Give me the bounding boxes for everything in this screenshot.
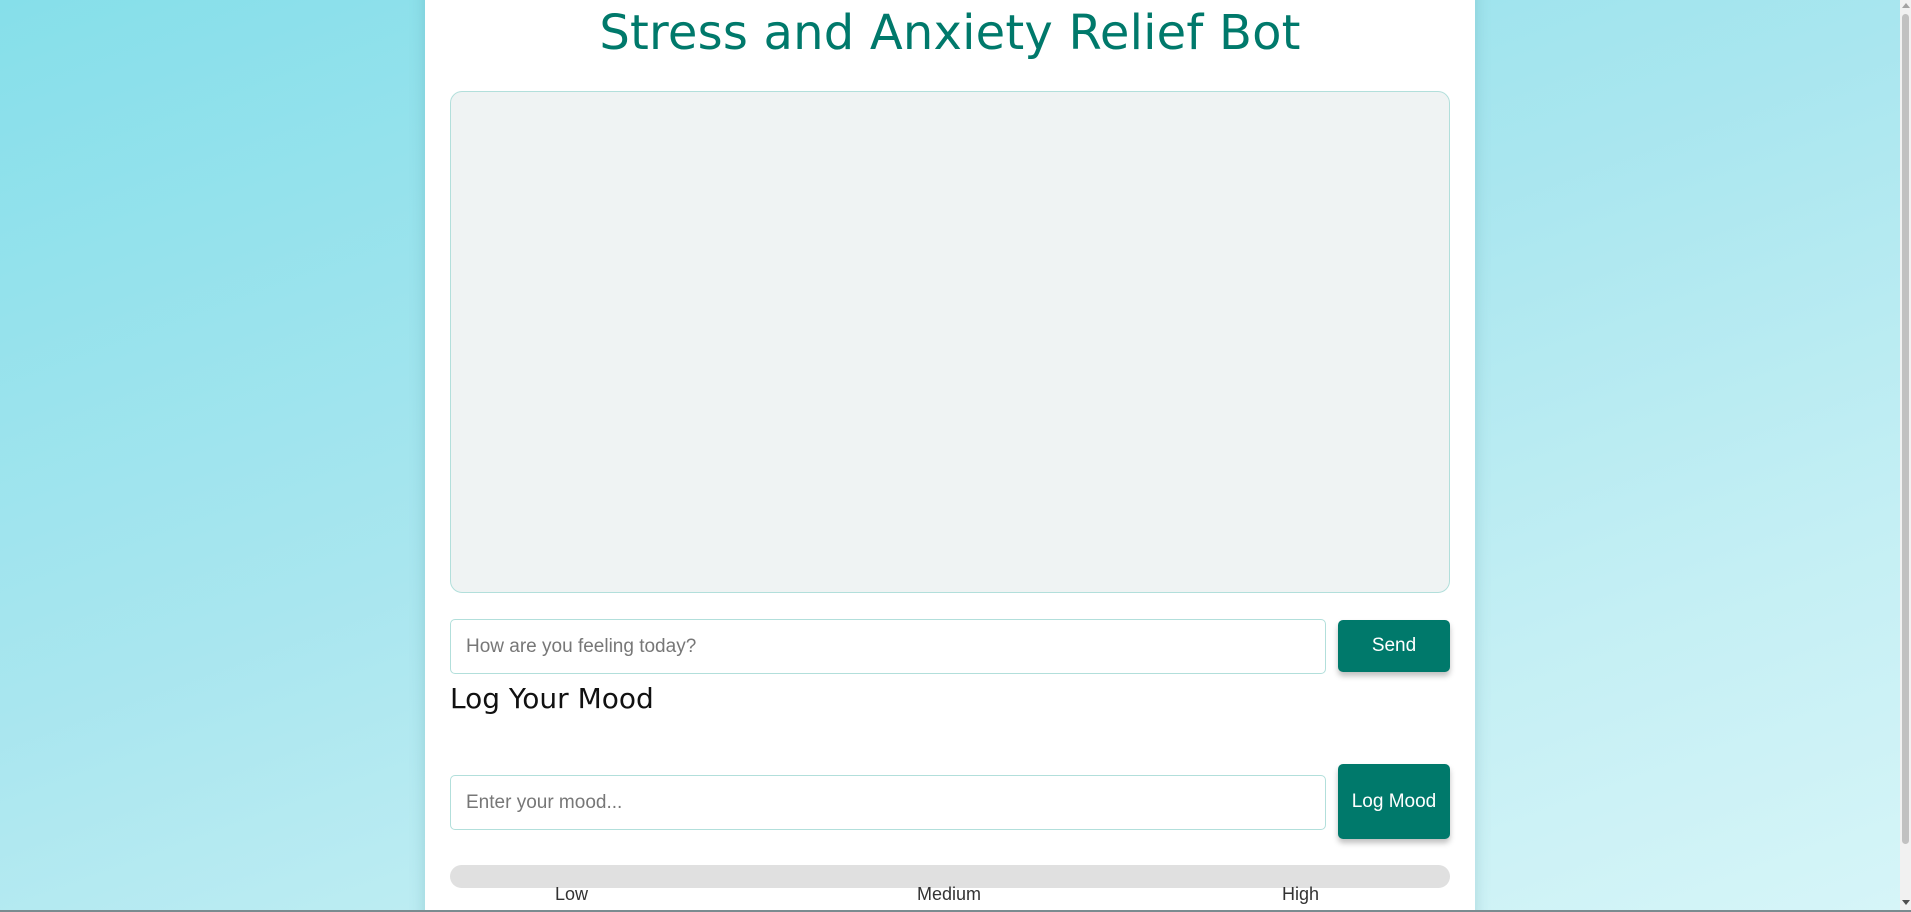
mood-label-medium: Medium (917, 884, 982, 904)
scrollbar-thumb[interactable] (1902, 14, 1909, 844)
page-scrollbar[interactable] (1900, 0, 1911, 910)
page-viewport: Stress and Anxiety Relief Bot Send Log Y… (0, 0, 1900, 910)
chat-history[interactable] (450, 91, 1450, 593)
bot-container: Stress and Anxiety Relief Bot Send Log Y… (425, 0, 1475, 910)
scroll-up-arrow-icon[interactable] (1902, 3, 1910, 8)
scroll-down-arrow-icon[interactable] (1902, 900, 1910, 905)
mood-heading: Log Your Mood (450, 682, 654, 715)
page-title: Stress and Anxiety Relief Bot (599, 5, 1301, 61)
mood-input[interactable] (450, 775, 1326, 830)
mood-label-low: Low (555, 884, 589, 904)
log-mood-button[interactable]: Log Mood (1338, 764, 1450, 839)
chat-input[interactable] (450, 619, 1326, 674)
mood-label-high: High (1282, 884, 1320, 904)
send-button[interactable]: Send (1338, 620, 1450, 672)
